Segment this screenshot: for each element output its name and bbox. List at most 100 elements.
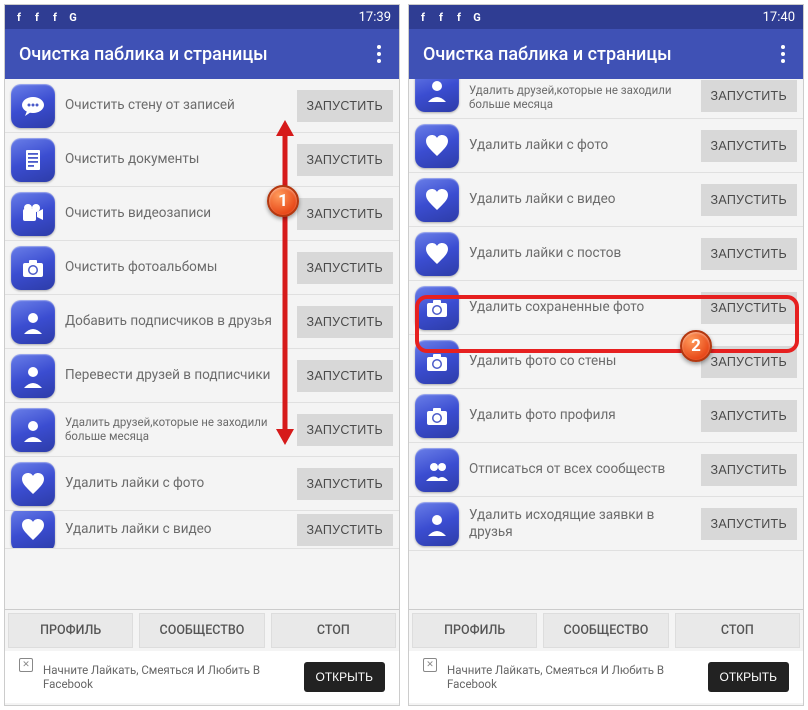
ad-banner: ✕ Начните Лайкать, Смеяться И Любить В F… <box>5 651 399 703</box>
video-icon <box>11 192 55 236</box>
list-item: Удалить друзей,которые не заходили больш… <box>409 79 803 119</box>
list-item-label: Удалить лайки с постов <box>469 245 701 261</box>
tab-community[interactable]: СООБЩЕСТВО <box>543 613 668 648</box>
clock: 17:39 <box>359 10 391 25</box>
facebook-icon: f <box>49 11 61 23</box>
list-item: Очистить видеозаписиЗАПУСТИТЬ <box>5 187 399 241</box>
run-button[interactable]: ЗАПУСТИТЬ <box>297 360 393 392</box>
tab-profile[interactable]: ПРОФИЛЬ <box>412 613 537 648</box>
facebook-icon: f <box>417 11 429 23</box>
list-item-label: Удалить лайки с фото <box>469 137 701 153</box>
person-icon <box>11 300 55 344</box>
doc-icon <box>11 138 55 182</box>
menu-icon[interactable] <box>777 41 789 67</box>
list-item: Добавить подписчиков в друзьяЗАПУСТИТЬ <box>5 295 399 349</box>
run-button[interactable]: ЗАПУСТИТЬ <box>297 198 393 230</box>
status-bar: f f f G 17:39 <box>5 5 399 29</box>
action-list[interactable]: Очистить стену от записейЗАПУСТИТЬ Очисти… <box>5 79 399 609</box>
list-item: Очистить фотоальбомыЗАПУСТИТЬ <box>5 241 399 295</box>
list-item-label: Удалить фото со стены <box>469 353 701 369</box>
phone-left: f f f G 17:39 Очистка паблика и страницы… <box>4 4 400 706</box>
list-item-label: Перевести друзей в подписчики <box>65 367 297 383</box>
tab-community[interactable]: СООБЩЕСТВО <box>139 613 264 648</box>
list-item-label: Удалить друзей,которые не заходили больш… <box>469 84 701 112</box>
speech-icon <box>11 84 55 128</box>
facebook-icon: f <box>435 11 447 23</box>
google-icon: G <box>67 11 79 23</box>
menu-icon[interactable] <box>373 41 385 67</box>
run-button[interactable]: ЗАПУСТИТЬ <box>297 468 393 500</box>
tab-stop[interactable]: СТОП <box>271 613 396 648</box>
camera-icon <box>415 394 459 438</box>
facebook-icon: f <box>13 11 25 23</box>
list-item-label: Удалить сохраненные фото <box>469 299 701 315</box>
person-icon <box>11 354 55 398</box>
page-title: Очистка паблика и страницы <box>423 44 672 65</box>
ad-text: Начните Лайкать, Смеяться И Любить В Fac… <box>43 663 294 692</box>
heart-icon <box>415 124 459 168</box>
ad-banner: ✕ Начните Лайкать, Смеяться И Любить В F… <box>409 651 803 703</box>
page-title: Очистка паблика и страницы <box>19 44 268 65</box>
people-icon <box>415 448 459 492</box>
run-button[interactable]: ЗАПУСТИТЬ <box>701 184 797 216</box>
close-icon[interactable]: ✕ <box>423 658 437 672</box>
person-icon <box>415 502 459 546</box>
run-button[interactable]: ЗАПУСТИТЬ <box>297 144 393 176</box>
bottom-tabs: ПРОФИЛЬ СООБЩЕСТВО СТОП <box>5 609 399 651</box>
run-button[interactable]: ЗАПУСТИТЬ <box>701 346 797 378</box>
run-button[interactable]: ЗАПУСТИТЬ <box>701 80 797 112</box>
run-button[interactable]: ЗАПУСТИТЬ <box>701 292 797 324</box>
list-item-label: Очистить видеозаписи <box>65 205 297 221</box>
heart-icon <box>11 511 55 549</box>
tab-stop[interactable]: СТОП <box>675 613 800 648</box>
list-item-label: Удалить лайки с видео <box>65 521 297 537</box>
list-item: Удалить лайки с видеоЗАПУСТИТЬ <box>5 511 399 549</box>
status-icons: f f f G <box>13 11 79 23</box>
person-icon <box>11 408 55 452</box>
run-button[interactable]: ЗАПУСТИТЬ <box>701 238 797 270</box>
list-item-label: Удалить друзей,которые не заходили больш… <box>65 416 297 444</box>
camera-icon <box>415 286 459 330</box>
list-item-label: Удалить лайки с фото <box>65 475 297 491</box>
camera-icon <box>11 246 55 290</box>
camera-icon <box>415 340 459 384</box>
list-item: Очистить стену от записейЗАПУСТИТЬ <box>5 79 399 133</box>
run-button[interactable]: ЗАПУСТИТЬ <box>701 130 797 162</box>
run-button[interactable]: ЗАПУСТИТЬ <box>701 400 797 432</box>
run-button[interactable]: ЗАПУСТИТЬ <box>297 90 393 122</box>
list-item: Удалить лайки с фотоЗАПУСТИТЬ <box>5 457 399 511</box>
run-button[interactable]: ЗАПУСТИТЬ <box>701 454 797 486</box>
list-item-label: Удалить лайки с видео <box>469 191 701 207</box>
list-item: Отписаться от всех сообществЗАПУСТИТЬ <box>409 443 803 497</box>
bottom-tabs: ПРОФИЛЬ СООБЩЕСТВО СТОП <box>409 609 803 651</box>
status-bar: f f f G 17:40 <box>409 5 803 29</box>
person-icon <box>415 79 459 112</box>
app-bar: Очистка паблика и страницы <box>409 29 803 79</box>
run-button[interactable]: ЗАПУСТИТЬ <box>297 252 393 284</box>
run-button[interactable]: ЗАПУСТИТЬ <box>701 508 797 540</box>
heart-icon <box>415 232 459 276</box>
clock: 17:40 <box>763 10 795 25</box>
ad-text: Начните Лайкать, Смеяться И Любить В Fac… <box>447 663 698 692</box>
ad-open-button[interactable]: ОТКРЫТЬ <box>304 662 386 692</box>
tab-profile[interactable]: ПРОФИЛЬ <box>8 613 133 648</box>
run-button[interactable]: ЗАПУСТИТЬ <box>297 414 393 446</box>
list-item: Удалить лайки с фотоЗАПУСТИТЬ <box>409 119 803 173</box>
list-item: Удалить исходящие заявки в друзьяЗАПУСТИ… <box>409 497 803 551</box>
list-item-label: Отписаться от всех сообществ <box>469 461 701 477</box>
list-item-label: Удалить фото профиля <box>469 407 701 423</box>
facebook-icon: f <box>453 11 465 23</box>
close-icon[interactable]: ✕ <box>19 658 33 672</box>
action-list[interactable]: Удалить друзей,которые не заходили больш… <box>409 79 803 609</box>
facebook-icon: f <box>31 11 43 23</box>
google-icon: G <box>471 11 483 23</box>
list-item: Удалить фото профиляЗАПУСТИТЬ <box>409 389 803 443</box>
list-item-label: Добавить подписчиков в друзья <box>65 313 297 329</box>
ad-open-button[interactable]: ОТКРЫТЬ <box>708 662 790 692</box>
list-item: Удалить друзей,которые не заходили больш… <box>5 403 399 457</box>
run-button[interactable]: ЗАПУСТИТЬ <box>297 306 393 338</box>
list-item: Удалить сохраненные фотоЗАПУСТИТЬ <box>409 281 803 335</box>
run-button[interactable]: ЗАПУСТИТЬ <box>297 514 393 546</box>
phone-right: f f f G 17:40 Очистка паблика и страницы… <box>408 4 804 706</box>
list-item-label: Удалить исходящие заявки в друзья <box>469 507 701 539</box>
